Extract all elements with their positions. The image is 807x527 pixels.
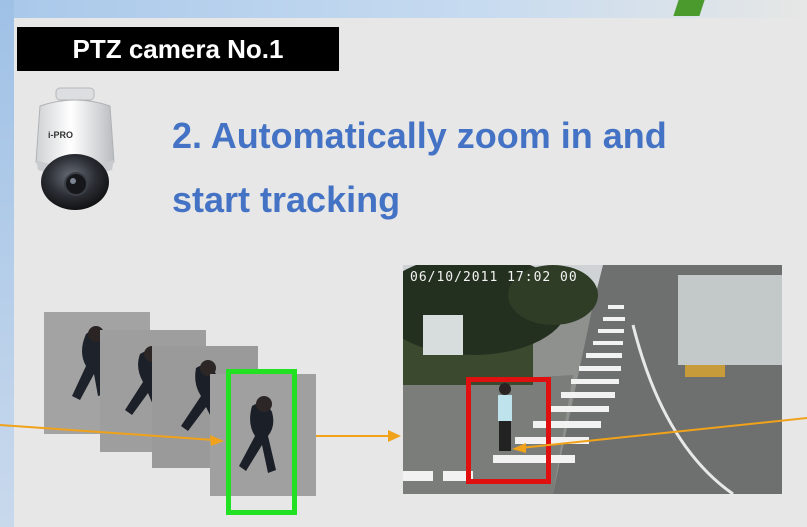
ptz-camera-icon: i-PRO xyxy=(35,87,115,210)
video-timestamp: 06/10/2011 17:02 00 xyxy=(410,270,578,285)
headline: 2. Automatically zoom in and start track… xyxy=(172,104,792,232)
tracking-box-red xyxy=(466,377,551,484)
green-accent-shape xyxy=(673,0,705,16)
camera-video-frame xyxy=(403,265,782,494)
tracking-box-green xyxy=(226,369,297,515)
headline-line-2: start tracking xyxy=(172,179,401,220)
arrow-head-middle xyxy=(388,430,401,442)
camera-brand-text: i-PRO xyxy=(48,130,73,140)
left-decoration-band xyxy=(0,0,14,527)
camera-title-label: PTZ camera No.1 xyxy=(17,27,339,71)
headline-line-1: 2. Automatically zoom in and xyxy=(172,115,667,156)
